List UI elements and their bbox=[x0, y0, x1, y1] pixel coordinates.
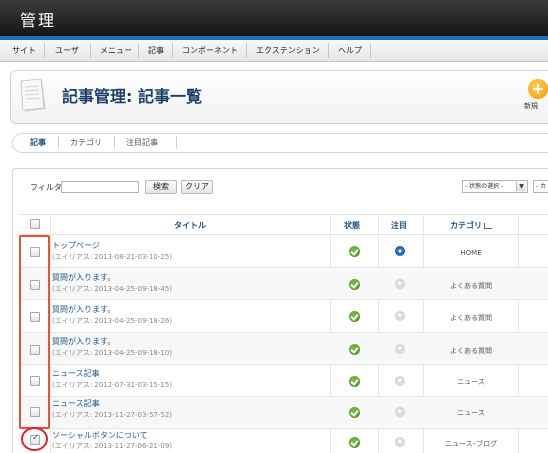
article-alias: (エイリアス: 2013-04-25-09-18-10) bbox=[52, 349, 173, 357]
column-category-label: カテゴリ bbox=[450, 221, 482, 230]
published-icon[interactable] bbox=[349, 344, 360, 355]
article-title-link[interactable]: ニュース記事 bbox=[52, 398, 100, 409]
tab-featured[interactable]: 注目記事 bbox=[126, 137, 158, 148]
menu-separator bbox=[370, 43, 371, 58]
published-icon[interactable] bbox=[349, 407, 360, 418]
tab-articles[interactable]: 記事 bbox=[30, 137, 46, 148]
top-header: 管理 bbox=[0, 0, 548, 36]
article-document-icon bbox=[20, 79, 46, 112]
article-category: ニュース･ブログ bbox=[444, 440, 498, 448]
checkbox-column-highlight bbox=[19, 235, 50, 429]
article-title-link[interactable]: ニュース記事 bbox=[52, 368, 100, 379]
article-title-link[interactable]: ソーシャルボタンについて bbox=[52, 430, 148, 441]
site-brand: 管理 bbox=[20, 11, 57, 30]
article-category: HOME bbox=[460, 249, 482, 257]
menu-item-users[interactable]: ユーザ bbox=[55, 45, 79, 56]
state-select[interactable]: - 状態の選択 - ▼ bbox=[462, 180, 528, 193]
search-button[interactable]: 検索 bbox=[145, 180, 177, 194]
main-menubar: サイト ユーザ メニュー 記事 コンポーネント エクステンション ヘルプ bbox=[0, 40, 548, 62]
checked-checkbox-highlight bbox=[21, 427, 48, 451]
article-title-link[interactable]: 質問が入ります。 bbox=[52, 272, 115, 283]
article-category: よくある質問 bbox=[450, 282, 492, 290]
not-featured-icon[interactable] bbox=[395, 344, 405, 354]
article-alias: (エイリアス: 2012-07-31-03-15-15) bbox=[52, 381, 173, 389]
not-featured-icon[interactable] bbox=[395, 279, 405, 289]
new-article-button[interactable]: + 新規 bbox=[518, 79, 548, 113]
category-select[interactable]: - カ bbox=[533, 180, 548, 193]
article-alias: (エイリアス: 2013-04-25-09-18-45) bbox=[52, 285, 173, 293]
not-featured-icon[interactable] bbox=[395, 407, 405, 417]
menu-separator bbox=[328, 43, 329, 58]
article-title-link[interactable]: 質問が入ります。 bbox=[52, 304, 115, 315]
article-alias: (エイリアス: 2013-08-21-03-10-25) bbox=[52, 253, 173, 261]
published-icon[interactable] bbox=[349, 246, 360, 257]
category-select-value: - カ bbox=[536, 183, 547, 190]
article-alias: (エイリアス: 2013-11-27-06-21-09) bbox=[52, 442, 173, 450]
chevron-down-icon: ▼ bbox=[516, 182, 526, 191]
not-featured-icon[interactable] bbox=[395, 311, 405, 321]
menu-item-help[interactable]: ヘルプ bbox=[338, 45, 362, 56]
published-icon[interactable] bbox=[349, 279, 360, 290]
article-title-link[interactable]: 質問が入ります。 bbox=[52, 336, 115, 347]
column-category[interactable]: カテゴリ bbox=[450, 220, 492, 231]
tab-categories[interactable]: カテゴリ bbox=[70, 137, 102, 148]
menu-item-site[interactable]: サイト bbox=[12, 45, 36, 56]
menu-separator bbox=[172, 43, 173, 58]
filter-search-input[interactable] bbox=[61, 181, 139, 193]
menu-separator bbox=[90, 43, 91, 58]
menu-separator bbox=[138, 43, 139, 58]
menu-item-components[interactable]: コンポーネント bbox=[182, 45, 238, 56]
article-category: ニュース bbox=[457, 378, 485, 386]
tab-separator bbox=[176, 136, 177, 149]
plus-icon: + bbox=[528, 79, 548, 99]
state-select-value: - 状態の選択 - bbox=[465, 183, 504, 190]
clear-button[interactable]: クリア bbox=[181, 180, 213, 194]
menu-item-extensions[interactable]: エクステンション bbox=[256, 45, 320, 56]
tab-separator bbox=[58, 136, 59, 149]
published-icon[interactable] bbox=[349, 437, 360, 448]
article-alias: (エイリアス: 2013-11-27-03-57-52) bbox=[52, 411, 173, 419]
not-featured-icon[interactable] bbox=[395, 437, 405, 447]
article-category: よくある質問 bbox=[450, 347, 492, 355]
published-icon[interactable] bbox=[349, 376, 360, 387]
article-category: よくある質問 bbox=[450, 314, 492, 322]
featured-star-icon[interactable] bbox=[395, 246, 405, 256]
new-button-label: 新規 bbox=[524, 102, 538, 110]
page-title: 記事管理: 記事一覧 bbox=[62, 87, 202, 106]
article-category: ニュース bbox=[457, 409, 485, 417]
menu-item-menus[interactable]: メニュー bbox=[100, 45, 132, 56]
published-icon[interactable] bbox=[349, 311, 360, 322]
filter-label: フィルタ: bbox=[30, 183, 65, 192]
column-status[interactable]: 状態 bbox=[344, 220, 360, 231]
menu-separator bbox=[246, 43, 247, 58]
article-alias: (エイリアス: 2013-04-25-09-18-26) bbox=[52, 317, 173, 325]
menu-item-articles[interactable]: 記事 bbox=[148, 45, 164, 56]
admin-screen: 管理 サイト ユーザ メニュー 記事 コンポーネント エクステンション ヘルプ … bbox=[0, 0, 548, 453]
sort-icon bbox=[484, 222, 492, 229]
column-title[interactable]: タイトル bbox=[174, 220, 206, 231]
select-all-checkbox[interactable] bbox=[30, 219, 40, 229]
not-featured-icon[interactable] bbox=[395, 376, 405, 386]
column-featured[interactable]: 注目 bbox=[391, 220, 407, 231]
menu-separator bbox=[44, 43, 45, 58]
article-title-link[interactable]: トップページ bbox=[52, 240, 100, 251]
tab-separator bbox=[114, 136, 115, 149]
